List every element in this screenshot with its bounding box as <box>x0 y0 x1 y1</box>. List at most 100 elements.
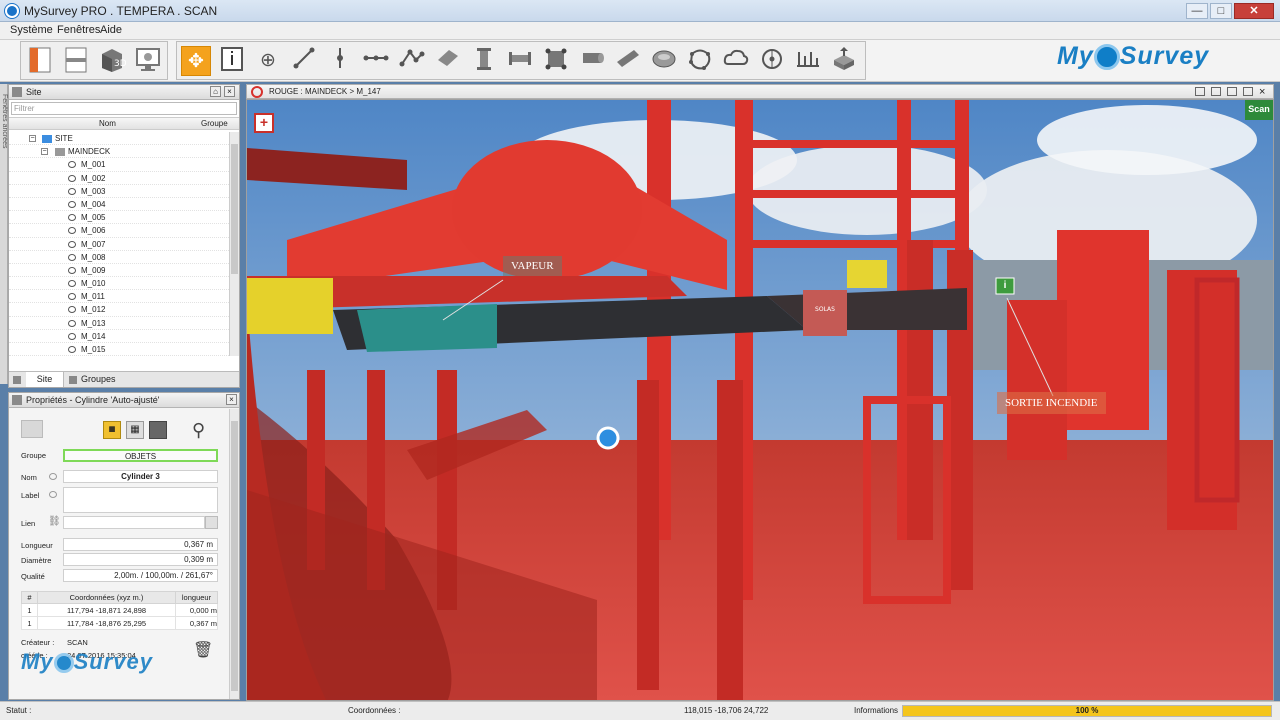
eye-icon[interactable] <box>68 306 76 314</box>
column-icon[interactable] <box>469 46 499 76</box>
menu-systeme[interactable]: Système <box>10 24 53 36</box>
tree-item[interactable]: M_008 <box>9 251 229 264</box>
col-name[interactable]: Nom <box>99 118 116 130</box>
info-icon[interactable] <box>217 46 247 76</box>
measure-icon[interactable] <box>793 46 823 76</box>
eye-icon[interactable] <box>49 491 57 498</box>
tree-scrollbar[interactable] <box>229 132 239 356</box>
info-marker-label[interactable]: i <box>996 278 1014 294</box>
cloud-icon[interactable] <box>721 46 751 76</box>
scan-position-marker-icon[interactable] <box>596 426 620 450</box>
pipe-icon[interactable] <box>613 46 643 76</box>
collapse-icon[interactable]: − <box>41 148 48 156</box>
panel-left-icon[interactable] <box>25 46 55 76</box>
tree-item[interactable]: M_001 <box>9 158 229 172</box>
eye-icon[interactable] <box>68 253 76 261</box>
link-field[interactable] <box>63 516 205 529</box>
tab-site[interactable]: Site <box>26 372 64 387</box>
table-row[interactable]: 1 117,794 -18,871 24,898 0,000 m <box>21 603 218 617</box>
sphere-icon[interactable] <box>649 46 679 76</box>
properties-scroll-thumb[interactable] <box>231 421 238 691</box>
eye-icon[interactable] <box>68 240 76 248</box>
label-field[interactable] <box>63 487 218 513</box>
table-row[interactable]: 1 117,784 -18,876 25,295 0,367 m <box>21 616 218 630</box>
tree-item[interactable]: M_007 <box>9 238 229 251</box>
vapeur-label[interactable]: VAPEUR <box>503 256 562 276</box>
menu-aide[interactable]: Aide <box>100 24 122 36</box>
scan-badge[interactable]: Scan <box>1245 104 1273 114</box>
eye-icon[interactable] <box>68 174 76 182</box>
tab-groups[interactable]: Groupes <box>81 372 116 387</box>
browse-link-button[interactable] <box>205 516 218 529</box>
eye-icon[interactable] <box>68 187 76 195</box>
filter-yellow-icon[interactable]: ▦ <box>103 421 121 439</box>
viewer-minimize-icon[interactable] <box>1195 87 1205 96</box>
eye-icon[interactable] <box>68 280 76 288</box>
tree-item[interactable]: M_003 <box>9 185 229 198</box>
export-icon[interactable] <box>829 46 859 76</box>
viewer-restore-icon[interactable] <box>1211 87 1221 96</box>
maximize-button[interactable]: □ <box>1210 3 1232 19</box>
line-icon[interactable] <box>289 46 319 76</box>
cylinder-icon[interactable] <box>577 46 607 76</box>
length-field[interactable]: 0,367 m <box>63 538 218 551</box>
panorama-viewer[interactable]: SOLAS VAPEUR SORTIE INCENDIE + i Scan <box>246 99 1274 701</box>
vertical-line-icon[interactable] <box>325 46 355 76</box>
name-field[interactable]: Cylinder 3 <box>63 470 218 483</box>
tree-item[interactable]: M_013 <box>9 317 229 330</box>
tree-scroll-thumb[interactable] <box>231 144 238 274</box>
group-field[interactable]: OBJETS <box>63 449 218 462</box>
eye-icon[interactable] <box>68 319 76 327</box>
tree-item[interactable]: M_011 <box>9 290 229 304</box>
eye-icon[interactable] <box>68 346 76 353</box>
tree-item[interactable]: M_009 <box>9 264 229 278</box>
minimize-button[interactable]: — <box>1186 3 1208 19</box>
tree-root-row[interactable]: − SITE <box>9 132 229 146</box>
beam-icon[interactable] <box>505 46 535 76</box>
eye-icon[interactable] <box>68 266 76 274</box>
filter-input[interactable]: Filtrer <box>11 102 237 115</box>
tree-item[interactable]: M_004 <box>9 198 229 212</box>
pin-icon[interactable]: ⌂ <box>210 86 221 97</box>
target-icon[interactable]: ⊕ <box>253 46 283 76</box>
viewer-float-icon[interactable] <box>1243 87 1253 96</box>
tree-item[interactable]: M_015 <box>9 343 229 356</box>
tree-deck-row[interactable]: − MAINDECK <box>9 145 229 159</box>
cube-view-icon[interactable] <box>149 421 167 439</box>
freeform-icon[interactable] <box>685 46 715 76</box>
properties-close-icon[interactable]: × <box>226 394 237 405</box>
panel-close-icon[interactable]: × <box>224 86 235 97</box>
eye-icon[interactable] <box>68 200 76 208</box>
eye-icon[interactable] <box>68 161 76 169</box>
move-icon[interactable]: ✥ <box>181 46 211 76</box>
monitor-icon[interactable] <box>133 46 163 76</box>
eye-icon[interactable] <box>68 227 76 235</box>
tree-item[interactable]: M_012 <box>9 303 229 317</box>
polyline-icon[interactable] <box>361 46 391 76</box>
plane-icon[interactable] <box>433 46 463 76</box>
grid-view-icon[interactable]: ▦ <box>126 421 144 439</box>
box-icon[interactable] <box>541 46 571 76</box>
view-3d-icon[interactable]: 3D <box>97 46 127 76</box>
menu-fenetres[interactable]: Fenêtres <box>57 24 100 36</box>
properties-scrollbar[interactable] <box>229 409 239 699</box>
search-icon[interactable]: ⚲ <box>192 421 205 439</box>
rotate-icon[interactable] <box>757 46 787 76</box>
eye-icon[interactable] <box>68 293 76 301</box>
multi-point-icon[interactable] <box>397 46 427 76</box>
col-group[interactable]: Groupe <box>201 118 228 130</box>
tree-item[interactable]: M_005 <box>9 211 229 225</box>
tree-item[interactable]: M_010 <box>9 277 229 291</box>
quality-field[interactable]: 2,00m. / 100,00m. / 261,67° <box>63 569 218 582</box>
diameter-field[interactable]: 0,309 m <box>63 553 218 566</box>
tree-item[interactable]: M_002 <box>9 172 229 185</box>
layout-icon[interactable] <box>61 46 91 76</box>
viewer-maximize-icon[interactable] <box>1227 87 1237 96</box>
docked-windows-strip[interactable]: Fenêtres ancrées <box>0 84 8 384</box>
eye-icon[interactable] <box>68 332 76 340</box>
tree-item[interactable]: M_006 <box>9 224 229 238</box>
add-marker-label[interactable]: + <box>255 114 273 132</box>
sortie-incendie-label[interactable]: SORTIE INCENDIE <box>997 392 1106 414</box>
eye-icon[interactable] <box>49 473 57 480</box>
trash-icon[interactable]: 🗑 <box>193 640 213 660</box>
